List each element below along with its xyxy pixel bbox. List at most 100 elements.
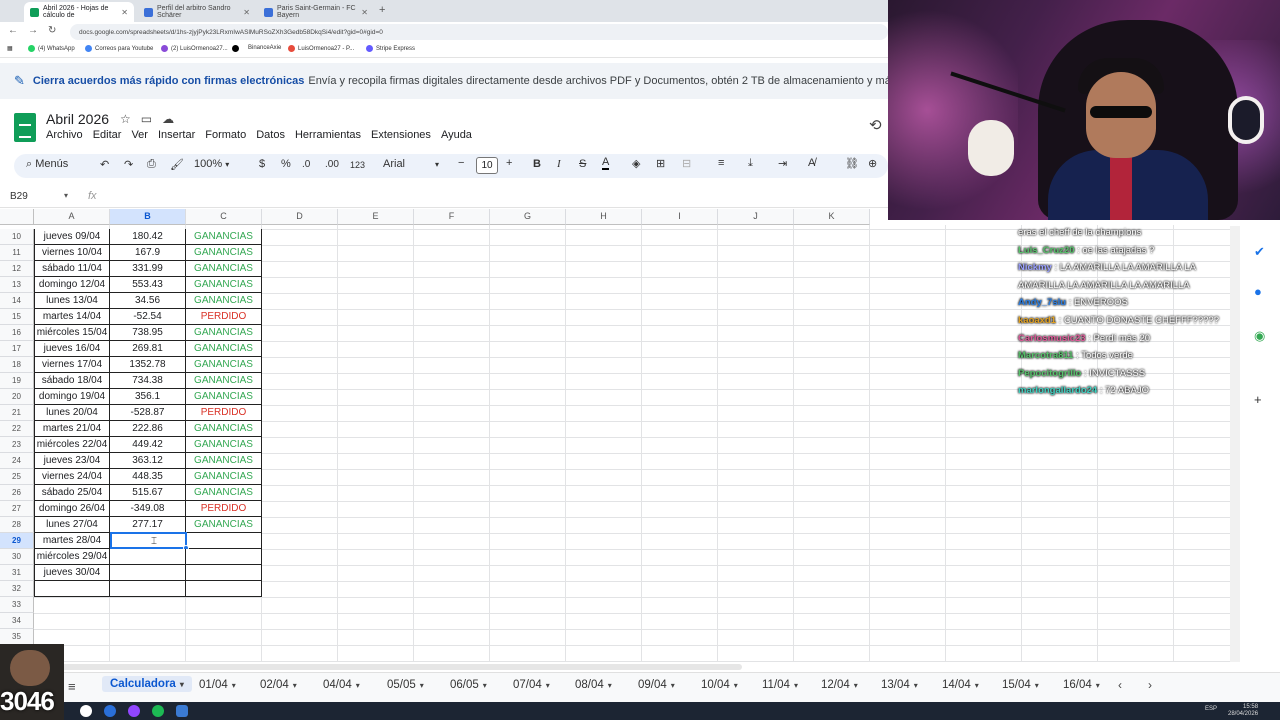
menu-editar[interactable]: Editar <box>93 129 122 141</box>
decrease-font-size-icon[interactable]: − <box>458 157 464 169</box>
close-tab-icon[interactable]: ✕ <box>121 8 128 17</box>
row-header[interactable]: 23 <box>0 437 34 453</box>
row-header[interactable]: 11 <box>0 245 34 261</box>
text-rotation-icon[interactable]: A̸ <box>808 157 815 169</box>
menu-ver[interactable]: Ver <box>131 129 148 141</box>
amount-cell[interactable]: 734.38 <box>110 373 186 389</box>
column-header-h[interactable]: H <box>566 209 642 225</box>
result-cell[interactable] <box>186 533 262 549</box>
date-cell[interactable]: martes 14/04 <box>34 309 110 325</box>
result-cell[interactable]: GANANCIAS <box>186 389 262 405</box>
percent-format-button[interactable]: % <box>281 158 291 170</box>
date-cell[interactable] <box>34 581 110 597</box>
app-icon[interactable] <box>104 705 116 717</box>
result-cell[interactable]: GANANCIAS <box>186 341 262 357</box>
row-header[interactable]: 27 <box>0 501 34 517</box>
add-addon-icon[interactable]: + <box>1254 392 1262 407</box>
row-header[interactable]: 13 <box>0 277 34 293</box>
print-icon[interactable]: ⎙ <box>147 158 156 171</box>
chevron-down-icon[interactable]: ▾ <box>975 681 979 690</box>
all-sheets-icon[interactable]: ≡ <box>68 679 76 694</box>
row-header[interactable]: 17 <box>0 341 34 357</box>
insert-link-icon[interactable]: ⛓ <box>845 157 859 170</box>
result-cell[interactable]: GANANCIAS <box>186 437 262 453</box>
menu-insertar[interactable]: Insertar <box>158 129 195 141</box>
new-tab-icon[interactable]: + <box>379 4 385 16</box>
amount-cell[interactable]: -528.87 <box>110 405 186 421</box>
menu-archivo[interactable]: Archivo <box>46 129 83 141</box>
result-cell[interactable]: PERDIDO <box>186 501 262 517</box>
result-cell[interactable]: GANANCIAS <box>186 517 262 533</box>
sheet-tab[interactable]: 10/04 ▾ <box>701 679 738 691</box>
bookmark-whatsapp[interactable]: (4) WhatsApp <box>28 45 75 52</box>
row-header[interactable]: 10 <box>0 229 34 245</box>
result-cell[interactable]: GANANCIAS <box>186 293 262 309</box>
amount-cell[interactable] <box>110 565 186 581</box>
font-size-field[interactable]: 10 <box>476 157 498 174</box>
amount-cell[interactable]: 269.81 <box>110 341 186 357</box>
borders-icon[interactable]: ⊞ <box>656 157 665 170</box>
sheet-tab[interactable]: 13/04 ▾ <box>881 679 918 691</box>
date-cell[interactable]: sábado 11/04 <box>34 261 110 277</box>
chevron-down-icon[interactable]: ▾ <box>180 680 184 689</box>
star-icon[interactable]: ☆ <box>120 112 141 126</box>
forward-icon[interactable]: → <box>28 25 38 36</box>
result-cell[interactable] <box>186 549 262 565</box>
date-cell[interactable]: viernes 24/04 <box>34 469 110 485</box>
row-header[interactable]: 12 <box>0 261 34 277</box>
strikethrough-icon[interactable]: S <box>579 158 586 170</box>
row-header[interactable]: 25 <box>0 469 34 485</box>
column-header-g[interactable]: G <box>490 209 566 225</box>
result-cell[interactable]: GANANCIAS <box>186 453 262 469</box>
row-header[interactable]: 24 <box>0 453 34 469</box>
date-cell[interactable]: jueves 16/04 <box>34 341 110 357</box>
amount-cell[interactable]: 167.9 <box>110 245 186 261</box>
date-cell[interactable]: miércoles 15/04 <box>34 325 110 341</box>
spotify-icon[interactable] <box>152 705 164 717</box>
bookmark-blank[interactable] <box>232 45 242 52</box>
date-cell[interactable]: miércoles 29/04 <box>34 549 110 565</box>
result-cell[interactable]: GANANCIAS <box>186 485 262 501</box>
menu-formato[interactable]: Formato <box>205 129 246 141</box>
amount-cell[interactable]: 356.1 <box>110 389 186 405</box>
bookmark-luis-1[interactable]: (2) LuisOrmenoa27... <box>161 45 228 52</box>
amount-cell[interactable]: 553.43 <box>110 277 186 293</box>
column-header-e[interactable]: E <box>338 209 414 225</box>
date-cell[interactable]: lunes 13/04 <box>34 293 110 309</box>
close-tab-icon[interactable]: ✕ <box>361 8 368 17</box>
date-cell[interactable]: lunes 27/04 <box>34 517 110 533</box>
amount-cell[interactable]: 738.95 <box>110 325 186 341</box>
chevron-down-icon[interactable]: ▾ <box>914 681 918 690</box>
number-format-button[interactable]: 123 <box>350 160 365 170</box>
chevron-down-icon[interactable]: ▾ <box>854 681 858 690</box>
date-cell[interactable]: viernes 17/04 <box>34 357 110 373</box>
result-cell[interactable]: GANANCIAS <box>186 373 262 389</box>
result-cell[interactable] <box>186 581 262 597</box>
chevron-down-icon[interactable]: ▾ <box>64 191 68 200</box>
bookmark-correos[interactable]: Correos para Youtube <box>85 45 153 52</box>
browser-tab-sheets[interactable]: Abril 2026 - Hojas de cálculo de ✕ <box>24 2 134 22</box>
date-cell[interactable]: martes 28/04 <box>34 533 110 549</box>
row-header[interactable]: 35 <box>0 629 34 645</box>
move-folder-icon[interactable]: ▭ <box>141 112 162 126</box>
amount-cell[interactable]: 34.56 <box>110 293 186 309</box>
amount-cell[interactable]: 277.17 <box>110 517 186 533</box>
menu-herramientas[interactable]: Herramientas <box>295 129 361 141</box>
sheet-tab[interactable]: 11/04 ▾ <box>762 679 798 691</box>
row-header[interactable]: 22 <box>0 421 34 437</box>
result-cell[interactable] <box>186 565 262 581</box>
browser-tab-match[interactable]: Paris Saint-Germain - FC Bayern ✕ <box>258 2 374 22</box>
sheet-tab[interactable]: 01/04 ▾ <box>199 679 236 691</box>
zoom-select[interactable]: 100% ▾ <box>194 158 229 170</box>
sheet-tab[interactable]: 05/05 ▾ <box>387 679 424 691</box>
currency-format-button[interactable]: $ <box>259 158 265 170</box>
amount-cell[interactable] <box>110 581 186 597</box>
sheet-tab[interactable]: 12/04 ▾ <box>821 679 858 691</box>
date-cell[interactable]: jueves 09/04 <box>34 229 110 245</box>
bookmark-binance[interactable]: BinanceAxie <box>248 45 281 51</box>
date-cell[interactable]: martes 21/04 <box>34 421 110 437</box>
row-header[interactable]: 26 <box>0 485 34 501</box>
menu-ayuda[interactable]: Ayuda <box>441 129 472 141</box>
increase-decimals-button[interactable]: .00 <box>325 159 339 170</box>
undo-icon[interactable]: ↶ <box>100 158 109 171</box>
